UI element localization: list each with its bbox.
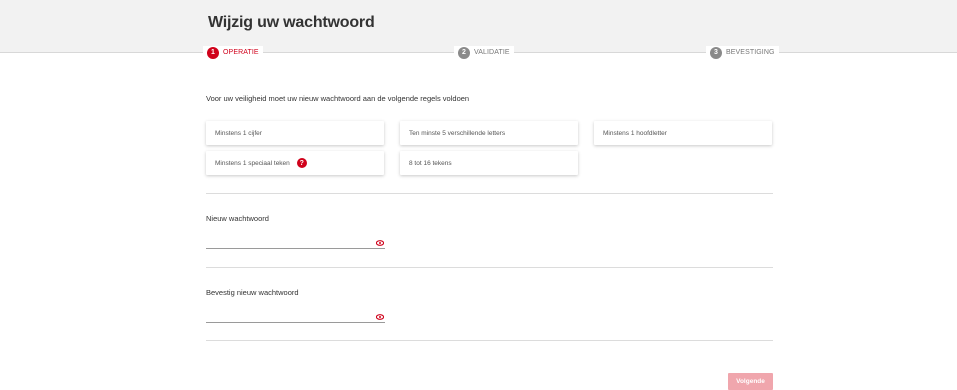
new-password-input[interactable] (206, 248, 385, 249)
rule-text: Minstens 1 hoofdletter (603, 129, 667, 137)
eye-icon[interactable] (376, 314, 384, 320)
help-circle-icon[interactable]: ? (296, 158, 307, 168)
rules-intro: Voor uw veiligheid moet uw nieuw wachtwo… (206, 94, 470, 103)
step-number: 2 (458, 46, 470, 59)
divider (206, 267, 773, 268)
step-label: VALIDATIE (474, 49, 510, 56)
step-operatie: 1 OPERATIE (203, 46, 263, 59)
rule-card: Minstens 1 speciaal teken ? (206, 151, 384, 175)
step-label: BEVESTIGING (726, 49, 775, 56)
rule-text: Minstens 1 speciaal teken (215, 159, 290, 167)
confirm-password-label: Bevestig nieuw wachtwoord (206, 288, 299, 297)
rule-card: Ten minste 5 verschillende letters (400, 121, 578, 145)
rule-text: Minstens 1 cijfer (215, 129, 262, 137)
divider (206, 340, 773, 341)
rule-text: Ten minste 5 verschillende letters (409, 129, 506, 137)
header-band (0, 0, 957, 52)
confirm-password-input[interactable] (206, 322, 385, 323)
step-validatie: 2 VALIDATIE (454, 46, 514, 59)
rule-card: Minstens 1 hoofdletter (594, 121, 772, 145)
rule-text: 8 tot 16 tekens (409, 159, 452, 167)
rule-card: 8 tot 16 tekens (400, 151, 578, 175)
step-number: 1 (207, 46, 219, 59)
rule-card: Minstens 1 cijfer (206, 121, 384, 145)
eye-icon[interactable] (376, 240, 384, 246)
step-label: OPERATIE (223, 49, 259, 56)
step-bevestiging: 3 BEVESTIGING (706, 46, 779, 59)
step-number: 3 (710, 46, 722, 59)
divider (206, 193, 773, 194)
next-button[interactable]: Volgende (728, 373, 773, 390)
new-password-label: Nieuw wachtwoord (206, 214, 269, 223)
page-title: Wijzig uw wachtwoord (208, 14, 375, 31)
